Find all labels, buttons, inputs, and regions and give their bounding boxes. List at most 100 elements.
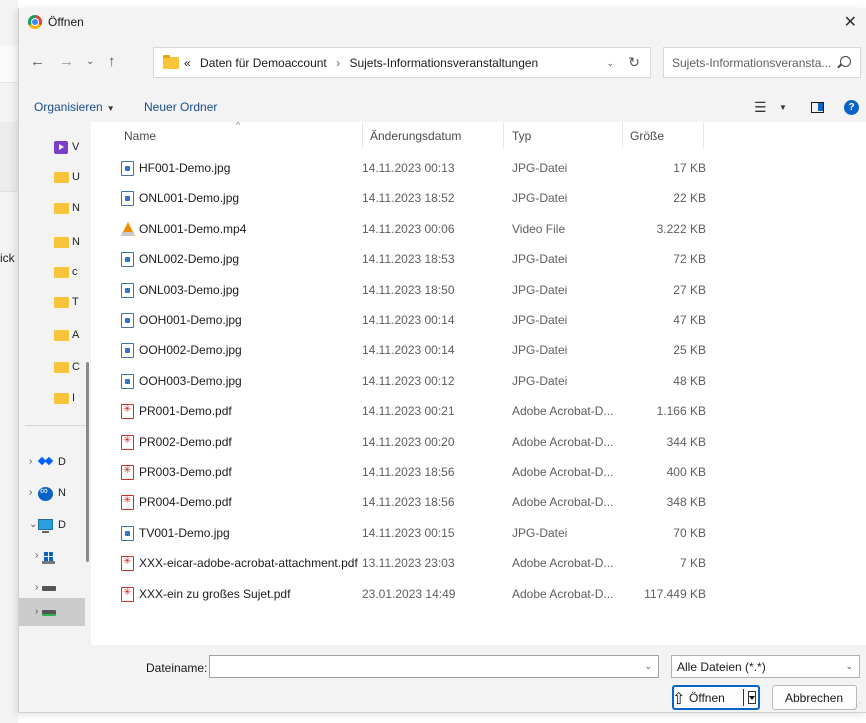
file-name[interactable]: OOH002-Demo.jpg: [121, 343, 242, 359]
chevron-down-icon[interactable]: ⌄: [29, 519, 37, 530]
column-header-date[interactable]: Änderungsdatum: [370, 122, 461, 148]
forward-button[interactable]: →: [59, 53, 74, 70]
file-row[interactable]: PR003-Demo.pdf 14.11.2023 18:56 Adobe Acro…: [111, 460, 711, 484]
file-name[interactable]: OOH001-Demo.jpg: [121, 313, 242, 328]
file-row[interactable]: PR004-Demo.pdf 14.11.2023 18:56 Adobe Acro…: [111, 490, 711, 514]
nav-tree-item-pc[interactable]: ⌄ D: [21, 517, 77, 535]
file-row[interactable]: OOH003-Demo.jpg 14.11.2023 00:12 JPG-Datei…: [111, 369, 711, 393]
column-divider[interactable]: [362, 122, 363, 148]
chevron-right-icon[interactable]: ›: [35, 550, 38, 561]
chevron-right-icon[interactable]: ›: [29, 456, 32, 467]
nav-tree-item-network[interactable]: ›N: [21, 485, 77, 503]
file-size: 72 KB: [673, 252, 706, 267]
chevron-right-icon[interactable]: ›: [29, 487, 32, 498]
filename-chevron-down-icon[interactable]: ⌄: [644, 661, 652, 672]
column-divider[interactable]: [703, 122, 704, 148]
file-row[interactable]: ONL001-Demo.jpg 14.11.2023 18:52 JPG-Datei…: [111, 186, 711, 210]
file-name[interactable]: ONL001-Demo.mp4: [121, 221, 246, 236]
recent-locations-chevron-down-icon[interactable]: ⌄: [86, 56, 94, 67]
computer-icon: [38, 519, 53, 533]
nav-item[interactable]: V: [35, 139, 91, 157]
file-name[interactable]: ONL001-Demo.jpg: [121, 191, 239, 207]
file-row[interactable]: PR001-Demo.pdf 14.11.2023 00:21 Adobe Acro…: [111, 399, 711, 423]
refresh-icon[interactable]: ↻: [628, 54, 640, 71]
new-folder-button[interactable]: Neuer Ordner: [144, 100, 217, 114]
file-name[interactable]: OOH003-Demo.jpg: [121, 373, 242, 389]
breadcrumb-item[interactable]: Sujets-Informationsveranstaltungen: [349, 56, 538, 70]
file-name[interactable]: XXX-eicar-adobe-acrobat-attachment.pdf: [121, 556, 358, 572]
jpg-icon: [121, 373, 134, 389]
nav-tree-item-drive-selected[interactable]: ›: [21, 604, 77, 622]
nav-scrollbar[interactable]: [86, 362, 89, 562]
nav-item[interactable]: I: [35, 390, 91, 408]
file-size: 400 KB: [666, 465, 706, 479]
nav-item-label: N: [72, 236, 80, 248]
column-divider[interactable]: [503, 122, 504, 148]
breadcrumb-separator: ›: [336, 56, 341, 70]
nav-tree-item-drive[interactable]: ›: [21, 580, 77, 598]
file-name[interactable]: HF001-Demo.jpg: [121, 161, 230, 176]
file-row[interactable]: PR002-Demo.pdf 14.11.2023 00:20 Adobe Acro…: [111, 430, 711, 454]
nav-item[interactable]: C: [35, 359, 91, 377]
file-name[interactable]: ONL002-Demo.jpg: [121, 252, 239, 268]
file-row[interactable]: XXX-eicar-adobe-acrobat-attachment.pdf 13…: [111, 551, 711, 575]
file-row[interactable]: ONL002-Demo.jpg 14.11.2023 18:53 JPG-Datei…: [111, 247, 711, 271]
file-name[interactable]: PR002-Demo.pdf: [121, 434, 232, 450]
nav-item[interactable]: N: [35, 200, 91, 218]
nav-tree-item-dropbox[interactable]: › D: [21, 454, 77, 472]
nav-item[interactable]: U: [35, 169, 91, 187]
help-icon[interactable]: ?: [844, 100, 859, 115]
file-type: JPG-Datei: [512, 525, 568, 540]
file-row[interactable]: ONL001-Demo.mp4 14.11.2023 00:06 Video Fil…: [111, 217, 711, 241]
preview-pane-icon[interactable]: [811, 102, 824, 113]
nav-item[interactable]: c: [35, 264, 91, 282]
column-header-size[interactable]: Größe: [630, 122, 664, 148]
file-name[interactable]: TV001-Demo.jpg: [121, 525, 230, 541]
resize-grip-icon[interactable]: ⋰: [853, 701, 861, 710]
file-row[interactable]: XXX-ein zu großes Sujet.pdf 23.01.2023 14…: [111, 582, 711, 606]
filename-input[interactable]: ⌄: [209, 655, 659, 678]
open-file-dialog: Öffnen ✕ ← → ⌄ ↑ « Daten für Demoaccount…: [18, 8, 866, 713]
chevron-right-icon[interactable]: ›: [35, 582, 38, 593]
file-type-select[interactable]: Alle Dateien (*.*) ⌄: [671, 655, 860, 678]
cancel-button[interactable]: Abbrechen: [772, 685, 857, 710]
file-row[interactable]: OOH002-Demo.jpg 14.11.2023 00:14 JPG-Datei…: [111, 338, 711, 362]
file-size: 17 KB: [673, 161, 706, 175]
back-button[interactable]: ←: [30, 53, 45, 70]
close-button[interactable]: ✕: [844, 12, 857, 32]
file-row[interactable]: ONL003-Demo.jpg 14.11.2023 18:50 JPG-Datei…: [111, 278, 711, 302]
address-history-chevron-down-icon[interactable]: ⌄: [606, 58, 614, 69]
file-type-chevron-down-icon[interactable]: ⌄: [845, 661, 853, 672]
column-divider[interactable]: [622, 122, 623, 148]
up-button[interactable]: ↑: [108, 53, 116, 70]
file-name[interactable]: ONL003-Demo.jpg: [121, 282, 239, 298]
file-type: JPG-Datei: [512, 313, 568, 327]
chevron-right-icon[interactable]: ›: [35, 606, 38, 617]
search-input[interactable]: Sujets-Informationsveransta...: [663, 47, 861, 78]
breadcrumb-item[interactable]: Daten für Demoaccount: [200, 56, 327, 70]
organize-menu-button[interactable]: Organisieren ▼: [34, 100, 115, 114]
file-row[interactable]: HF001-Demo.jpg 14.11.2023 00:13 JPG-Datei 1…: [111, 156, 711, 180]
breadcrumb-overflow[interactable]: «: [184, 56, 191, 70]
search-placeholder: Sujets-Informationsveransta...: [672, 56, 832, 70]
nav-item[interactable]: T: [35, 294, 91, 312]
file-row[interactable]: TV001-Demo.jpg 14.11.2023 00:15 JPG-Datei 7…: [111, 521, 711, 545]
search-icon[interactable]: [840, 56, 851, 67]
column-header-type[interactable]: Typ: [512, 122, 531, 148]
file-name[interactable]: PR004-Demo.pdf: [121, 495, 232, 511]
nav-item[interactable]: A: [35, 327, 91, 345]
nav-item[interactable]: N: [35, 234, 91, 252]
file-name[interactable]: XXX-ein zu großes Sujet.pdf: [121, 586, 290, 602]
file-row[interactable]: OOH001-Demo.jpg 14.11.2023 00:14 JPG-Datei…: [111, 308, 711, 332]
folder-icon: [54, 267, 69, 278]
file-size: 47 KB: [673, 313, 706, 327]
column-header-name[interactable]: Name: [124, 122, 156, 148]
background-partial-text: ick: [0, 251, 15, 265]
nav-tree-item-drive[interactable]: ›: [21, 548, 77, 566]
view-options-caret-icon[interactable]: ▼: [779, 103, 787, 112]
file-name[interactable]: PR003-Demo.pdf: [121, 465, 232, 480]
view-options-icon[interactable]: ☰: [754, 99, 767, 116]
file-name[interactable]: PR001-Demo.pdf: [121, 404, 232, 420]
open-options-caret-icon[interactable]: [748, 691, 756, 704]
address-bar[interactable]: « Daten für Demoaccount › Sujets-Informa…: [153, 47, 651, 78]
